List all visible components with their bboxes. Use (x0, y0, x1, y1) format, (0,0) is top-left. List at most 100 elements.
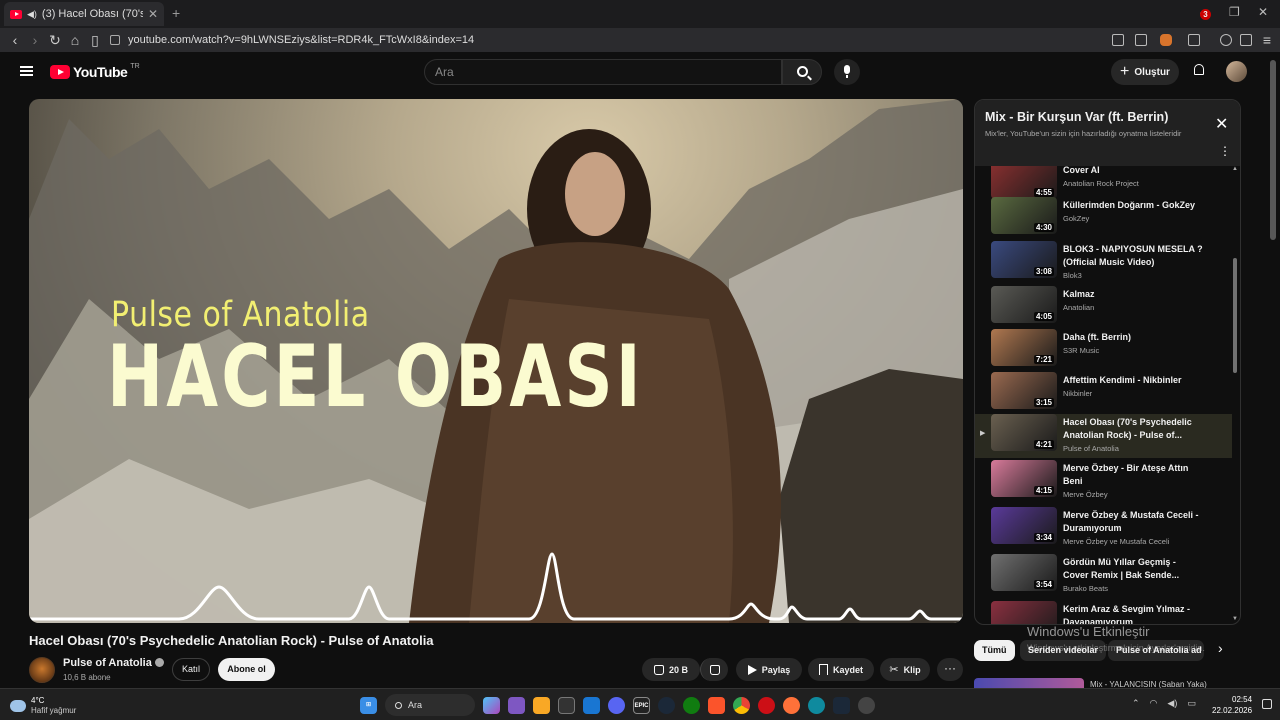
youtube-header: YouTube TR Ara + Oluştur (0, 52, 1280, 92)
playlist-item-duration: 4:55 (1033, 188, 1054, 197)
playlist-item-channel: Blok3 (1063, 271, 1082, 280)
xbox-icon[interactable] (683, 696, 700, 714)
taskbar-search[interactable]: Ara (385, 694, 475, 716)
discord-icon[interactable] (608, 696, 625, 714)
clip-button[interactable]: ✂ Klip (880, 658, 930, 681)
share-icon (747, 664, 757, 675)
chip-all[interactable]: Tümü (974, 640, 1015, 661)
playlist-item-thumbnail: 3:08 (991, 241, 1057, 278)
share-page-icon[interactable] (1135, 34, 1147, 46)
youtube-logo[interactable]: YouTube TR (50, 63, 140, 80)
playlist-item[interactable]: 3:34 Merve Özbey & Mustafa Ceceli - Duram… (975, 507, 1232, 551)
voice-search-button[interactable] (834, 59, 860, 85)
windows-start-icon[interactable]: ⊞ (360, 696, 377, 714)
playlist-title[interactable]: Mix - Bir Kurşun Var (ft. Berrin) (985, 110, 1168, 124)
sidebar-icon[interactable] (1188, 34, 1200, 46)
menu-icon[interactable]: ≡ (1258, 31, 1276, 49)
hamburger-menu-icon[interactable] (20, 66, 33, 76)
share-button[interactable]: Paylaş (736, 658, 802, 681)
playlist-item[interactable]: 4:15 Merve Özbey - Bir Ateşe Attın Beni Me… (975, 460, 1232, 504)
playlist-item[interactable]: 7:21 Daha (ft. Berrin) S3R Music (975, 329, 1232, 373)
network-icon[interactable]: ◠ (1150, 698, 1158, 709)
window-close-icon[interactable]: ✕ (1258, 5, 1268, 19)
home-icon[interactable]: ⌂ (66, 31, 84, 49)
join-button[interactable]: Katıl (172, 658, 210, 681)
forward-icon[interactable]: › (26, 31, 44, 49)
steam-icon[interactable] (658, 696, 675, 714)
vpn-icon[interactable] (1240, 34, 1252, 46)
playlist-scrollbar[interactable]: ▲ ▼ (1232, 166, 1238, 622)
reload-icon[interactable]: ↻ (46, 31, 64, 49)
music-icon[interactable] (1220, 34, 1232, 46)
widgets-icon[interactable] (508, 696, 525, 714)
playlist-scrollbar-thumb[interactable] (1233, 258, 1237, 373)
playlist-item-title: Daha (ft. Berrin) (1063, 332, 1132, 342)
firefox-icon[interactable] (783, 696, 800, 714)
like-button[interactable]: 20 B (642, 658, 700, 681)
file-explorer-icon[interactable] (533, 696, 550, 714)
playlist-item[interactable]: 3:54 Gördün Mü Yıllar Geçmiş - Cover Remi… (975, 554, 1232, 598)
tab-close-icon[interactable]: ✕ (148, 7, 158, 21)
browser-tab[interactable]: ◀) (3) Hacel Obası (70's Psychedel ✕ (4, 2, 164, 26)
playlist-item[interactable]: 3:15 Affettim Kendimi - Nikbinler Nikbinle… (975, 372, 1232, 416)
steam-app-icon[interactable] (833, 696, 850, 714)
brave-icon[interactable] (708, 696, 725, 714)
channel-name[interactable]: Pulse of Anatolia (63, 657, 164, 669)
video-title: Hacel Obası (70's Psychedelic Anatolian … (29, 633, 434, 648)
speaker-icon[interactable]: ◀) (27, 9, 37, 20)
account-avatar[interactable] (1226, 61, 1247, 82)
tray-chevron-up-icon[interactable]: ⌃ (1132, 698, 1140, 709)
dislike-button[interactable] (700, 658, 728, 681)
playlist-item-channel: Burako Beats (1063, 584, 1109, 593)
brave-shield-icon[interactable] (1160, 34, 1172, 46)
address-field[interactable]: youtube.com/watch?v=9hLWNSEziys&list=RDR… (110, 30, 1110, 50)
epic-games-icon[interactable]: EPIC (633, 696, 650, 714)
notifications-bell-icon[interactable] (1192, 63, 1206, 78)
playlist-item-channel: Merve Özbey (1063, 490, 1108, 499)
settings-gear-icon[interactable] (858, 696, 875, 714)
volume-icon[interactable]: ◀) (1167, 698, 1177, 709)
playlist-item-thumbnail: 4:30 (991, 197, 1057, 234)
chevron-right-icon[interactable]: › (1218, 640, 1223, 656)
playlist-item-title: Kalmaz (1063, 289, 1095, 299)
cast-icon[interactable] (1112, 34, 1124, 46)
next-recommendation[interactable]: Mix - YALANCISIN (Saban Yaka) (974, 678, 1241, 689)
create-button[interactable]: + Oluştur (1111, 59, 1179, 85)
playlist-item[interactable]: ▶ 4:21 Hacel Obası (70's Psychedelic Anato… (975, 414, 1232, 458)
playlist-item-channel: Pulse of Anatolia (1063, 444, 1119, 453)
outlook-icon[interactable] (583, 696, 600, 714)
opera-icon[interactable] (758, 696, 775, 714)
back-icon[interactable]: ‹ (6, 31, 24, 49)
new-tab-icon[interactable]: + (172, 5, 180, 21)
plus-icon: + (1120, 63, 1130, 80)
playlist-item[interactable]: 3:08 BLOK3 - NAPIYOSUN MESELA ? (Official… (975, 241, 1232, 285)
playlist-item[interactable]: 4:30 Küllerimden Doğarım - GokZey GokZey (975, 197, 1232, 241)
more-vert-icon[interactable]: ⋮ (1219, 144, 1231, 158)
taskbar-clock[interactable]: 02:54 22.02.2026 (1212, 694, 1252, 716)
video-player[interactable]: Pulse of Anatolia HACEL OBASI (29, 99, 963, 623)
save-button[interactable]: Kaydet (808, 658, 874, 681)
playlist-item-title: Merve Özbey & Mustafa Ceceli - Duramıyor… (1063, 510, 1199, 533)
notification-badge: 3 (1200, 9, 1211, 20)
playlist-item[interactable]: Kerim Araz & Sevgim Yılmaz - Dayanamıyor… (975, 601, 1232, 624)
playlist-item-duration: 3:34 (1033, 533, 1054, 542)
maximize-icon[interactable]: ❐ (1229, 5, 1240, 19)
more-actions-button[interactable]: ··· (937, 658, 963, 681)
battery-icon[interactable]: ▭ (1187, 698, 1196, 709)
playlist-item-duration: 3:54 (1033, 580, 1054, 589)
search-button[interactable] (782, 59, 822, 85)
subscribe-button[interactable]: Abone ol (218, 658, 275, 681)
store-icon[interactable] (558, 696, 575, 714)
page-scrollbar[interactable] (1270, 60, 1276, 240)
close-icon[interactable]: ✕ (1215, 114, 1228, 134)
site-settings-icon[interactable] (110, 35, 120, 45)
copilot-icon[interactable] (483, 696, 500, 714)
edge-icon[interactable] (808, 696, 825, 714)
channel-avatar[interactable] (29, 657, 55, 683)
bookmark-icon[interactable]: ▯ (86, 31, 104, 49)
playlist-item[interactable]: 4:05 Kalmaz Anatolian (975, 286, 1232, 330)
chrome-icon[interactable] (733, 696, 750, 714)
search-input[interactable]: Ara (424, 59, 782, 85)
notification-center-icon[interactable] (1262, 699, 1272, 709)
weather-widget[interactable]: 4°C Hafif yağmur (10, 696, 76, 716)
